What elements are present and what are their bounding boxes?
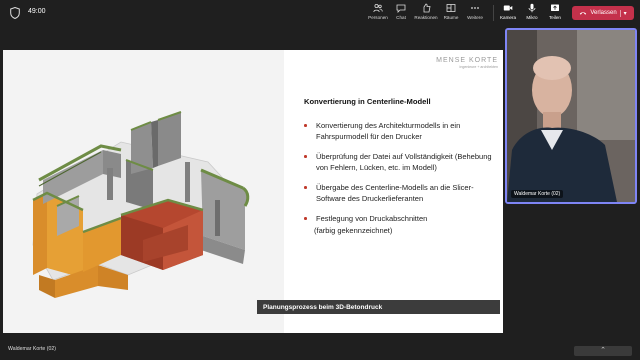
centerline-model-image [32,111,250,298]
shared-screen: MENSE KORTE ingenieure + architekten Kon… [3,50,503,333]
chat-icon [396,4,406,13]
bullet-icon [304,217,307,220]
more-icon [471,7,479,9]
more-button[interactable]: Weitere [461,3,489,20]
bullet-item: Konvertierung des Architekturmodells in … [304,121,494,142]
bullet-icon [304,186,307,189]
company-logo: MENSE KORTE ingenieure + architekten [436,57,498,69]
person-video-feed [507,30,635,202]
bullet-item: Übergabe des Centerline-Modells an die S… [304,183,494,204]
people-label: Personen [368,15,388,20]
phone-icon [580,12,587,15]
stage-footer [0,333,640,360]
leave-button[interactable]: Verlassen ▾ [572,6,634,20]
slide-illustration [3,50,284,333]
more-label: Weitere [467,15,483,20]
chevron-down-icon[interactable]: ▾ [619,9,627,17]
video-name-tag: Waldemar Korte (02) [511,190,564,198]
slide-caption: Planungsprozess beim 3D-Betondruck [257,300,500,314]
camera-icon [503,5,513,11]
bullet-list: Konvertierung des Architekturmodells in … [304,121,494,235]
presenter-label: Waldemar Korte (02) [8,346,56,352]
participant-video[interactable]: Waldemar Korte (02) [505,28,637,204]
meeting-toolbar: 49:00 Personen Chat Reaktionen Räume Wei… [0,0,640,26]
bullet-icon [304,155,307,158]
bullet-item: Überprüfung der Datei auf Vollständigkei… [304,152,494,173]
share-button[interactable]: Teilen [541,3,569,20]
mic-label: Mikro [526,15,538,20]
reactions-label: Reaktionen [414,15,438,20]
chat-button[interactable]: Chat [387,3,415,20]
people-icon [373,3,383,13]
bullet-note: (farbig gekennzeichnet) [314,225,393,235]
chat-label: Chat [396,15,406,20]
share-icon [551,4,559,11]
reactions-button[interactable]: Reaktionen [412,3,440,20]
share-label: Teilen [548,15,561,20]
meeting-timer: 49:00 [28,8,46,15]
bullet-icon [304,124,307,127]
shield-icon [10,7,20,19]
camera-label: Kamera [499,15,517,20]
bullet-item: Festlegung von Druckabschnitten [304,214,494,225]
chevron-up-icon[interactable]: ⌃ [574,346,632,356]
slide-text-area: MENSE KORTE ingenieure + architekten Kon… [284,50,503,333]
rooms-label: Räume [443,15,459,20]
leave-label: Verlassen [590,10,617,16]
rooms-icon [446,4,456,12]
reaction-icon [423,3,431,13]
mic-icon [528,3,536,13]
slide-title: Konvertierung in Centerline-Modell [304,97,431,106]
